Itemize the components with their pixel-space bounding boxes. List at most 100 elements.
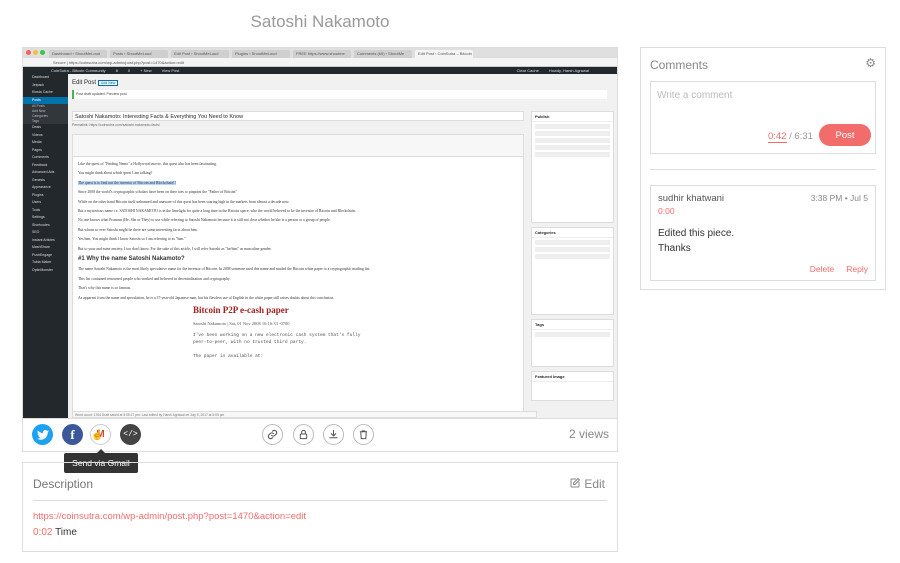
wp-menu-item: Media (32, 140, 42, 144)
browser-tab: Comments (60) ‹ ShoutMe (354, 50, 412, 58)
window-controls (26, 50, 45, 55)
browser-tab: Plugins ‹ ShoutMeLoud (232, 50, 290, 58)
tags-box: Tags (531, 319, 614, 367)
editor-status-bar: Word count: 1764 Draft saved at 5:05:17 … (72, 411, 537, 418)
view-count: 2 views (568, 427, 609, 441)
edit-heading: Edit Post Add New (68, 74, 617, 88)
download-icon[interactable] (323, 424, 344, 445)
add-new-button: Add New (98, 80, 119, 86)
adminbar-comments: 0 (127, 68, 131, 73)
wp-menu-item: Advanced Ads (32, 170, 55, 174)
wp-menu-item: Jetpack (32, 82, 45, 87)
description-text: 0:02 Time (33, 527, 77, 538)
browser-url: Secure | https://coinsutra.com/wp-admin/… (23, 58, 617, 67)
edit-label: Edit (584, 477, 605, 491)
adminbar-cache: Clear Cache (516, 68, 539, 73)
box-title: Categories (532, 228, 613, 238)
facebook-icon[interactable]: f (62, 424, 83, 445)
box-title: Publish (532, 112, 613, 122)
wp-menu-item: Shortcodes (32, 222, 50, 227)
divider (650, 169, 876, 170)
wp-adminbar: CoinSutra - Bitcoin Community 8 0 + New … (23, 67, 617, 74)
browser-tab-active: Edit Post ‹ CoinSutra – Bitcoin (415, 50, 473, 58)
wp-menu-item-active: Posts (23, 96, 68, 104)
description-edit-button[interactable]: Edit (569, 477, 605, 491)
adminbar-site: CoinSutra - Bitcoin Community (51, 68, 106, 73)
editor-line: As apparent from the name and speculatio… (78, 295, 335, 300)
editor-toolbar (73, 135, 523, 157)
featured-image-box: Featured Image (531, 371, 614, 401)
update-notice: Post draft updated. Preview post (72, 90, 607, 99)
wp-sidebar: Dashboard Jetpack Kinsta Cache Posts All… (23, 74, 68, 418)
wp-menu-item: Comments (32, 155, 49, 159)
editor-body: Like the quest of "Finding Nemo" a Holly… (73, 157, 523, 363)
lock-icon[interactable] (293, 424, 314, 445)
wp-menu-item: Tubla Maker (32, 260, 52, 264)
embed-icon[interactable]: </> (120, 424, 141, 445)
paper-line: peer-to-peer, with no trusted third part… (193, 339, 307, 345)
comment-placeholder: Write a comment (657, 90, 733, 101)
wp-menu-item: Users (32, 200, 42, 204)
wp-menu-item: Videos (32, 132, 43, 137)
wp-menu-item: Tools (32, 207, 41, 212)
comment-line: Edited this piece. (658, 228, 735, 239)
comment-author: sudhir khatwani (658, 193, 725, 204)
wp-menu-item: OptinMonster (32, 267, 54, 272)
trash-icon[interactable] (353, 424, 374, 445)
paper-line: I've been working on a new electronic ca… (193, 332, 361, 338)
editor-line: No one knows what Pronoun (He, She or Th… (78, 218, 331, 223)
embedded-paper-meta: Satoshi Nakamoto | Sat, 01 Nov 2008 16:1… (193, 320, 290, 326)
editor-line: Yes him, You might think I know Satoshi … (78, 237, 186, 242)
delete-comment-button[interactable]: Delete (810, 264, 835, 274)
post-button[interactable]: Post (819, 124, 871, 146)
adminbar-new: + New (140, 68, 152, 73)
comment-timestamp[interactable]: 0:00 (658, 206, 675, 216)
link-icon[interactable] (262, 424, 283, 445)
paper-line: The paper is available at: (193, 353, 264, 359)
comment-time-current: 0:42 (768, 131, 787, 143)
comment-actions: Delete Reply (810, 264, 868, 274)
editor-line-selected: The quest is to find out the inventor of… (78, 180, 176, 185)
adminbar-updates: 8 (115, 68, 118, 73)
browser-tabs: Dashboard ‹ ShoutMeLoud Posts ‹ ShoutMeL… (23, 48, 617, 58)
description-link[interactable]: https://coinsutra.com/wp-admin/post.php?… (33, 511, 306, 522)
box-title: Tags (532, 320, 613, 330)
page-title: Satoshi Nakamoto (250, 12, 390, 31)
browser-tab: Dashboard ‹ ShoutMeLoud (49, 50, 107, 58)
share-toolbar: f M </> 2 views (22, 419, 618, 452)
categories-box: Categories (531, 227, 614, 315)
description-panel: Description Edit https://coinsutra.com/w… (22, 462, 618, 552)
edit-heading-text: Edit Post (72, 80, 97, 86)
editor-line: Since 2008 the world's cryptographic sch… (78, 190, 237, 195)
twitter-icon[interactable] (32, 424, 53, 445)
post-editor: Like the quest of "Finding Nemo" a Holly… (72, 134, 524, 418)
wp-menu-item: Deals (32, 125, 41, 129)
wp-menu-item: Pages (32, 147, 42, 152)
wp-menu-item: Feedback (32, 162, 48, 167)
wp-menu-item: MashShare (32, 245, 50, 249)
description-timestamp[interactable]: 0:02 (33, 527, 52, 538)
wp-menu-item: Genesis (32, 177, 45, 182)
wp-menu-item: Appearance (32, 185, 51, 189)
editor-line: This list contained renowned people who … (78, 276, 231, 281)
gear-icon[interactable]: ⚙ (865, 56, 876, 70)
wp-menu-item: PushEngage (32, 252, 53, 257)
comment-time: 0:42 / 6:31 (768, 131, 813, 143)
editor-line: That's why this name is so famous. (78, 286, 132, 291)
description-body: Time (52, 527, 77, 538)
post-title-field: Satoshi Nakamoto: Interesting Facts & Ev… (72, 111, 524, 121)
browser-tab: FREE https://www.shoutme (293, 50, 351, 58)
wp-menu-item: Settings (32, 215, 45, 219)
wp-menu-item: Kinsta Cache (32, 90, 53, 94)
comment-line: Thanks (658, 243, 691, 254)
reply-comment-button[interactable]: Reply (846, 264, 868, 274)
embedded-paper-title: Bitcoin P2P e-cash paper (193, 305, 289, 316)
publish-box: Publish (531, 111, 614, 223)
comment-card: sudhir khatwani 3:38 PM • Jul 5 0:00 Edi… (650, 185, 876, 281)
pointer-cursor-icon: ☝ (91, 430, 104, 441)
editor-line: You might think about which quest I am t… (78, 171, 153, 176)
permalink: Permalink: https://coinsutra.com/satoshi… (72, 123, 160, 127)
video-screenshot[interactable]: Dashboard ‹ ShoutMeLoud Posts ‹ ShoutMeL… (22, 47, 618, 419)
adminbar-view: View Post (161, 68, 180, 73)
comment-input[interactable]: Write a comment 0:42 / 6:31 Post (650, 81, 876, 154)
